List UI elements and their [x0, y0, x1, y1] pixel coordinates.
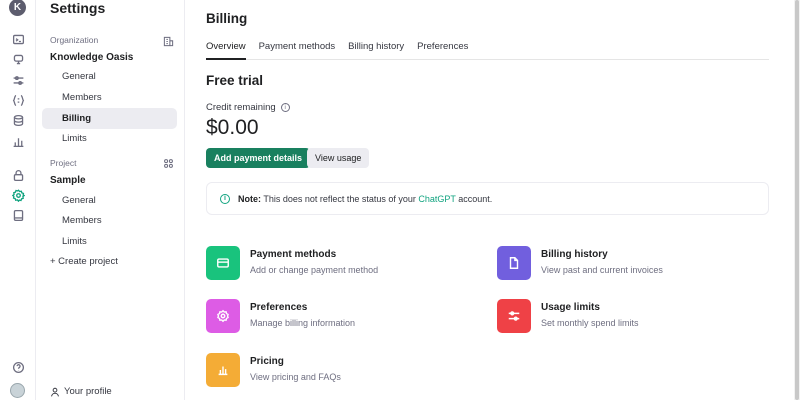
sidebar-item-label: Limits — [62, 133, 87, 144]
sidebar-item-label: Billing — [62, 113, 92, 124]
sidebar-item-org-members[interactable]: Members — [42, 87, 177, 108]
user-avatar[interactable] — [10, 383, 25, 398]
card-title: Payment methods — [250, 249, 337, 260]
card-title: Pricing — [250, 356, 284, 367]
card-payment-methods[interactable]: Payment methods Add or change payment me… — [206, 246, 378, 280]
card-title: Billing history — [541, 249, 608, 260]
create-project-link[interactable]: + Create project — [50, 256, 118, 267]
credit-label-row: Credit remaining i — [206, 102, 290, 113]
card-desc: Add or change payment method — [250, 265, 379, 275]
sliders-icon — [497, 299, 531, 333]
sidebar-item-label: Members — [62, 215, 102, 226]
assistant-icon[interactable] — [9, 50, 27, 68]
lock-icon[interactable] — [9, 166, 27, 184]
sidebar-item-label: General — [62, 71, 96, 82]
bar-chart-icon — [206, 353, 240, 387]
trial-heading: Free trial — [206, 73, 264, 88]
terminal-icon[interactable] — [9, 30, 27, 48]
org-name[interactable]: Knowledge Oasis — [50, 52, 133, 63]
sidebar-item-project-general[interactable]: General — [42, 190, 177, 211]
database-icon[interactable] — [9, 111, 27, 129]
card-title: Usage limits — [541, 302, 600, 313]
project-name[interactable]: Sample — [50, 175, 86, 186]
gear-icon[interactable] — [9, 186, 27, 204]
card-desc: View pricing and FAQs — [250, 372, 341, 382]
grid-icon[interactable] — [163, 156, 174, 168]
org-section-label: Organization — [50, 35, 99, 45]
card-title: Preferences — [250, 302, 308, 313]
note-text: Note: This does not reflect the status o… — [238, 193, 493, 204]
sidebar-item-project-limits[interactable]: Limits — [42, 231, 177, 252]
card-billing-history[interactable]: Billing history View past and current in… — [497, 246, 663, 280]
sidebar-title: Settings — [50, 0, 106, 16]
sidebar-item-org-limits[interactable]: Limits — [42, 128, 177, 149]
add-payment-details-button[interactable]: Add payment details — [206, 148, 311, 168]
note-banner: i Note: This does not reflect the status… — [206, 182, 769, 215]
card-desc: Set monthly spend limits — [541, 318, 639, 328]
chatgpt-link[interactable]: ChatGPT — [418, 194, 455, 204]
tab-overview[interactable]: Overview — [206, 41, 246, 60]
card-preferences[interactable]: Preferences Manage billing information — [206, 299, 355, 333]
settings-sidebar: Settings Organization Knowledge Oasis Ge… — [36, 0, 185, 400]
project-section-label: Project — [50, 158, 77, 168]
scrollbar-thumb[interactable] — [795, 0, 799, 400]
billing-main: Billing Overview Payment methods Billing… — [206, 0, 770, 400]
view-usage-button[interactable]: View usage — [307, 148, 370, 168]
sidebar-item-label: General — [62, 195, 96, 206]
credit-label: Credit remaining — [206, 102, 276, 113]
icon-rail: K — [0, 0, 36, 400]
building-icon[interactable] — [163, 34, 174, 47]
sidebar-item-billing[interactable]: Billing — [42, 108, 177, 129]
org-avatar[interactable]: K — [9, 0, 26, 16]
user-icon — [51, 387, 59, 396]
document-icon — [497, 246, 531, 280]
card-desc: Manage billing information — [250, 318, 356, 328]
sidebar-item-project-members[interactable]: Members — [42, 210, 177, 231]
info-icon[interactable]: i — [280, 103, 290, 112]
credit-card-icon — [206, 246, 240, 280]
bar-chart-icon[interactable] — [9, 132, 27, 150]
page-title: Billing — [206, 11, 248, 26]
credit-amount: $0.00 — [206, 116, 259, 139]
settings-gear-icon — [206, 299, 240, 333]
tab-billing-history[interactable]: Billing history — [348, 41, 404, 60]
info-circle-icon: i — [220, 193, 230, 204]
scrollbar[interactable] — [794, 0, 800, 400]
sidebar-item-label: Members — [62, 92, 102, 103]
card-usage-limits[interactable]: Usage limits Set monthly spend limits — [497, 299, 639, 333]
card-pricing[interactable]: Pricing View pricing and FAQs — [206, 353, 341, 387]
profile-link[interactable]: Your profile — [50, 386, 112, 397]
profile-label: Your profile — [64, 386, 112, 397]
billing-tabs: Overview Payment methods Billing history… — [206, 41, 769, 60]
tab-preferences[interactable]: Preferences — [417, 41, 468, 60]
sidebar-item-label: Limits — [62, 236, 87, 247]
book-icon[interactable] — [9, 206, 27, 224]
braces-icon[interactable] — [9, 91, 27, 109]
tab-payment-methods[interactable]: Payment methods — [259, 41, 336, 60]
help-icon[interactable] — [9, 358, 27, 376]
card-desc: View past and current invoices — [541, 265, 663, 275]
sliders-icon[interactable] — [9, 71, 27, 89]
sidebar-item-org-general[interactable]: General — [42, 66, 177, 87]
